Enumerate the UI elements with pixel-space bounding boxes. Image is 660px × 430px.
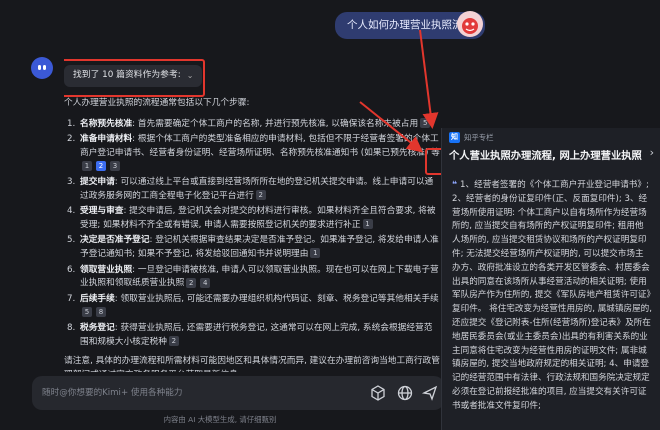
step-item: 8. 税务登记: 获得营业执照后, 还需要进行税务登记, 这通常可以在网上完成, … [64, 322, 440, 349]
step-number: 7. [67, 293, 76, 304]
step-item: 2. 准备申请材料: 根据个体工商户的类型准备相应的申请材料, 包括但不限于经营者… [64, 133, 440, 174]
chat-input-bar[interactable]: 随时@你想要的Kimi+ 使用各种能力 [32, 376, 444, 410]
step-number: 1. [67, 118, 76, 129]
source-preview-popup[interactable]: 知 知乎专栏 个人营业执照办理流程, 网上办理营业执照 › ❝ 1、经营者签署的《… [441, 128, 660, 430]
step-item: 3. 提交申请: 可以通过线上平台或直接到经营场所所在地的登记机关提交申请。线上申… [64, 176, 440, 203]
globe-icon[interactable] [396, 384, 414, 402]
step-text: : 首先需要确定个体工商户的名称, 并进行预先核准, 以确保该名称未被占用 [132, 118, 419, 129]
step-title: 决定是否准予登记 [80, 235, 150, 246]
step-body: 名称预先核准: 首先需要确定个体工商户的名称, 并进行预先核准, 以确保该名称未… [80, 118, 432, 132]
step-number: 3. [67, 176, 76, 187]
quote-icon: ❝ [452, 180, 458, 190]
chevron-right-icon[interactable]: › [650, 146, 654, 159]
send-icon[interactable] [421, 384, 439, 402]
citation-badge[interactable]: 2 [168, 336, 179, 346]
user-avatar[interactable] [457, 11, 483, 37]
step-item: 5. 决定是否准予登记: 登记机关根据审查结果决定是否准予登记。如果准予登记, 将… [64, 234, 440, 261]
step-body: 后续手续: 领取营业执照后, 可能还需要办理组织机构代码证、刻章、税务登记等其他… [80, 293, 440, 320]
step-body: 领取营业执照: 一旦登记申请被核准, 申请人可以领取营业执照。现在也可以在网上下… [80, 264, 440, 291]
step-number: 2. [67, 134, 76, 145]
citation-badge[interactable]: 3 [110, 160, 120, 171]
step-text: : 提交申请后, 登记机关会对提交的材料进行审核。如果材料齐全且符合要求, 将被… [80, 206, 436, 230]
step-item: 6. 领取营业执照: 一旦登记申请被核准, 申请人可以领取营业执照。现在也可以在网… [64, 264, 440, 291]
step-item: 7. 后续手续: 领取营业执照后, 可能还需要办理组织机构代码证、刻章、税务登记等… [64, 293, 440, 320]
step-number: 6. [67, 264, 76, 275]
step-title: 名称预先核准 [80, 118, 133, 129]
step-title: 受理与审查 [80, 206, 124, 217]
step-title: 提交申请 [80, 176, 115, 187]
step-item: 1. 名称预先核准: 首先需要确定个体工商户的名称, 并进行预先核准, 以确保该名… [64, 118, 440, 132]
citation-badge[interactable]: 1 [362, 219, 373, 230]
step-text: : 领取营业执照后, 可能还需要办理组织机构代码证、刻章、税务登记等其他相关手续 [114, 293, 439, 304]
step-body: 受理与审查: 提交申请后, 登记机关会对提交的材料进行审核。如果材料齐全且符合要… [80, 205, 440, 232]
citation-badge[interactable]: 1 [82, 160, 92, 171]
step-body: 税务登记: 获得营业执照后, 还需要进行税务登记, 这通常可以在网上完成, 系统… [80, 322, 440, 349]
step-number: 4. [67, 206, 76, 217]
step-text: : 根据个体工商户的类型准备相应的申请材料, 包括但不限于经营者签署的个体工商户… [80, 134, 440, 158]
citation-badge[interactable]: 2 [186, 277, 197, 288]
step-body: 提交申请: 可以通过线上平台或直接到经营场所所在地的登记机关提交申请。线上申请可… [80, 176, 440, 203]
ai-disclaimer: 内容由 AI 大模型生成, 请仔细甄别 [163, 415, 277, 424]
citation-badge[interactable]: 5 [82, 306, 92, 317]
popup-excerpt-text: 1、经营者签署的《个体工商户开业登记申请书》; 2、经营者的身份证复印件(正、反… [452, 180, 652, 411]
popup-title-link[interactable]: 个人营业执照办理流程, 网上办理营业执照 [449, 147, 645, 162]
references-toggle[interactable]: 找到了 10 篇资料作为参考: ⌄ [64, 59, 205, 97]
citation-badge[interactable]: 2 [96, 160, 106, 171]
citation-badge[interactable]: 1 [310, 248, 321, 259]
step-title: 准备申请材料 [80, 134, 133, 145]
step-item: 4. 受理与审查: 提交申请后, 登记机关会对提交的材料进行审核。如果材料齐全且符… [64, 205, 440, 232]
citation-badge[interactable]: 5 [420, 118, 431, 129]
answer-closing: 请注意, 具体的办理流程和所需材料可能因地区和具体情况而异, 建议在办理前咨询当… [64, 356, 440, 372]
assistant-answer: 找到了 10 篇资料作为参考: ⌄ 个人办理营业执照的流程通常包括以下几个步骤:… [64, 56, 440, 372]
steps-list: 1. 名称预先核准: 首先需要确定个体工商户的名称, 并进行预先核准, 以确保该名… [64, 118, 440, 350]
step-body: 准备申请材料: 根据个体工商户的类型准备相应的申请材料, 包括但不限于经营者签署… [80, 133, 440, 174]
step-number: 8. [67, 322, 76, 333]
step-title: 领取营业执照 [80, 264, 133, 275]
step-body: 决定是否准予登记: 登记机关根据审查结果决定是否准予登记。如果准予登记, 将发给… [80, 234, 440, 261]
citation-badge[interactable]: 4 [200, 277, 211, 288]
popup-source-name: 知乎专栏 [464, 133, 494, 142]
step-title: 税务登记 [80, 322, 115, 333]
popup-excerpt: ❝ 1、经营者签署的《个体工商户开业登记申请书》; 2、经营者的身份证复印件(正、… [452, 179, 652, 414]
chat-input-placeholder[interactable]: 随时@你想要的Kimi+ 使用各种能力 [42, 386, 182, 398]
kimi-avatar [31, 57, 53, 79]
zhihu-logo-icon: 知 [449, 132, 460, 143]
cube-icon[interactable] [369, 384, 387, 402]
step-number: 5. [67, 235, 76, 246]
step-text: : 一旦登记申请被核准, 申请人可以领取营业执照。现在也可以在网上下载电子营业执… [80, 264, 439, 289]
popup-source-row: 知 知乎专栏 [449, 132, 494, 143]
citation-badge[interactable]: 2 [255, 190, 266, 201]
step-title: 后续手续 [80, 293, 115, 304]
citation-badge[interactable]: 8 [96, 306, 106, 317]
highlight-box-references [64, 59, 205, 97]
step-text: : 获得营业执照后, 还需要进行税务登记, 这通常可以在网上完成, 系统会根据经… [80, 322, 433, 347]
answer-intro: 个人办理营业执照的流程通常包括以下几个步骤: [64, 98, 250, 108]
